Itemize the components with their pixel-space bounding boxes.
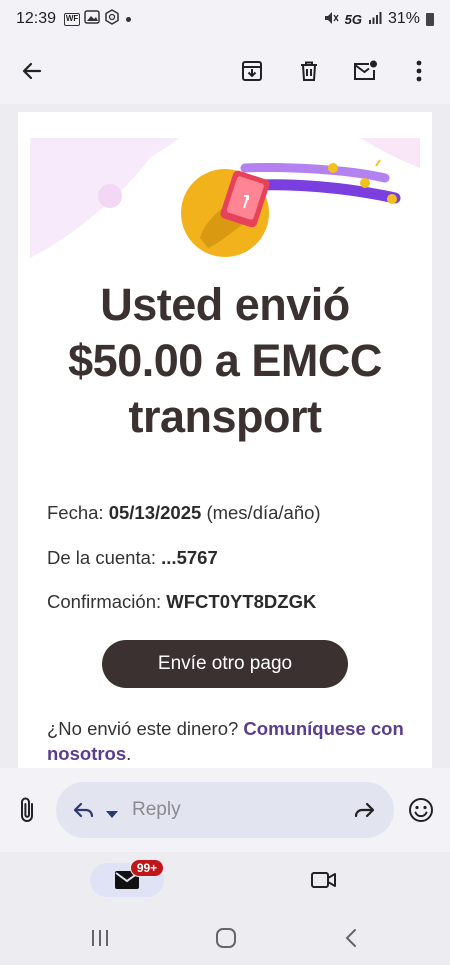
video-icon bbox=[311, 872, 336, 888]
battery-percent: 31% bbox=[387, 10, 420, 27]
help-question: ¿No envió este dinero? bbox=[47, 718, 239, 739]
back-nav-icon[interactable] bbox=[344, 928, 358, 953]
meet-tab[interactable] bbox=[310, 870, 338, 895]
bottom-navigation: 99+ bbox=[0, 852, 450, 912]
attach-icon[interactable] bbox=[16, 796, 38, 829]
email-headline: Usted envió $50.00 a EMCC transport bbox=[18, 277, 432, 445]
archive-icon[interactable] bbox=[236, 55, 268, 87]
reply-type-icon[interactable] bbox=[72, 800, 98, 825]
more-vert-icon[interactable] bbox=[403, 55, 435, 87]
reply-placeholder: Reply bbox=[132, 799, 181, 820]
date-value: 05/13/2025 bbox=[108, 502, 202, 523]
email-card: Usted envió $50.00 a EMCC transport Fech… bbox=[18, 112, 432, 768]
home-icon[interactable] bbox=[215, 928, 237, 953]
recents-icon[interactable] bbox=[90, 929, 110, 952]
headline-line: Usted envió bbox=[100, 279, 350, 330]
status-time: 12:39 bbox=[16, 10, 57, 27]
confirmation-label: Confirmación: bbox=[47, 591, 162, 612]
mute-icon bbox=[323, 10, 339, 29]
date-label: Fecha: bbox=[47, 502, 104, 523]
mail-unread-icon[interactable] bbox=[349, 55, 381, 87]
image-notification-icon bbox=[84, 9, 100, 29]
date-format: (mes/día/año) bbox=[206, 502, 321, 523]
headline-line: $50.00 a EMCC bbox=[68, 335, 382, 386]
network-label: 5G bbox=[344, 11, 362, 27]
confirmation-value: WFCT0YT8DZGK bbox=[166, 591, 317, 612]
wf-notification-icon: WF bbox=[64, 12, 81, 26]
status-bar: 12:39 WF 5G 31% bbox=[0, 0, 450, 38]
emoji-icon[interactable] bbox=[408, 797, 434, 828]
forward-icon[interactable] bbox=[352, 800, 376, 825]
unread-badge: 99+ bbox=[130, 859, 164, 877]
reply-bar: Reply bbox=[0, 768, 450, 852]
signal-icon bbox=[368, 11, 382, 28]
headline-line: transport bbox=[128, 391, 322, 442]
more-notifications-dot bbox=[126, 16, 132, 22]
account-row: De la cuenta: ...5767 bbox=[47, 547, 218, 569]
account-value: ...5767 bbox=[161, 547, 218, 568]
email-body: Usted envió $50.00 a EMCC transport Fech… bbox=[0, 104, 450, 768]
battery-icon bbox=[426, 12, 434, 26]
reply-input[interactable]: Reply bbox=[56, 782, 394, 838]
trash-icon[interactable] bbox=[293, 55, 325, 87]
email-toolbar bbox=[0, 38, 450, 104]
help-text: ¿No envió este dinero? Comuníquese con n… bbox=[47, 716, 407, 766]
system-navigation bbox=[0, 912, 450, 965]
payment-illustration bbox=[30, 138, 420, 258]
crypto-notification-icon bbox=[104, 8, 120, 30]
chevron-down-icon[interactable] bbox=[106, 806, 118, 824]
confirmation-row: Confirmación: WFCT0YT8DZGK bbox=[47, 591, 316, 613]
back-arrow-icon[interactable] bbox=[16, 55, 48, 87]
send-another-payment-button[interactable]: Envíe otro pago bbox=[102, 640, 348, 688]
help-period: . bbox=[126, 743, 132, 764]
account-label: De la cuenta: bbox=[47, 547, 157, 568]
date-row: Fecha: 05/13/2025 (mes/día/año) bbox=[47, 502, 321, 524]
